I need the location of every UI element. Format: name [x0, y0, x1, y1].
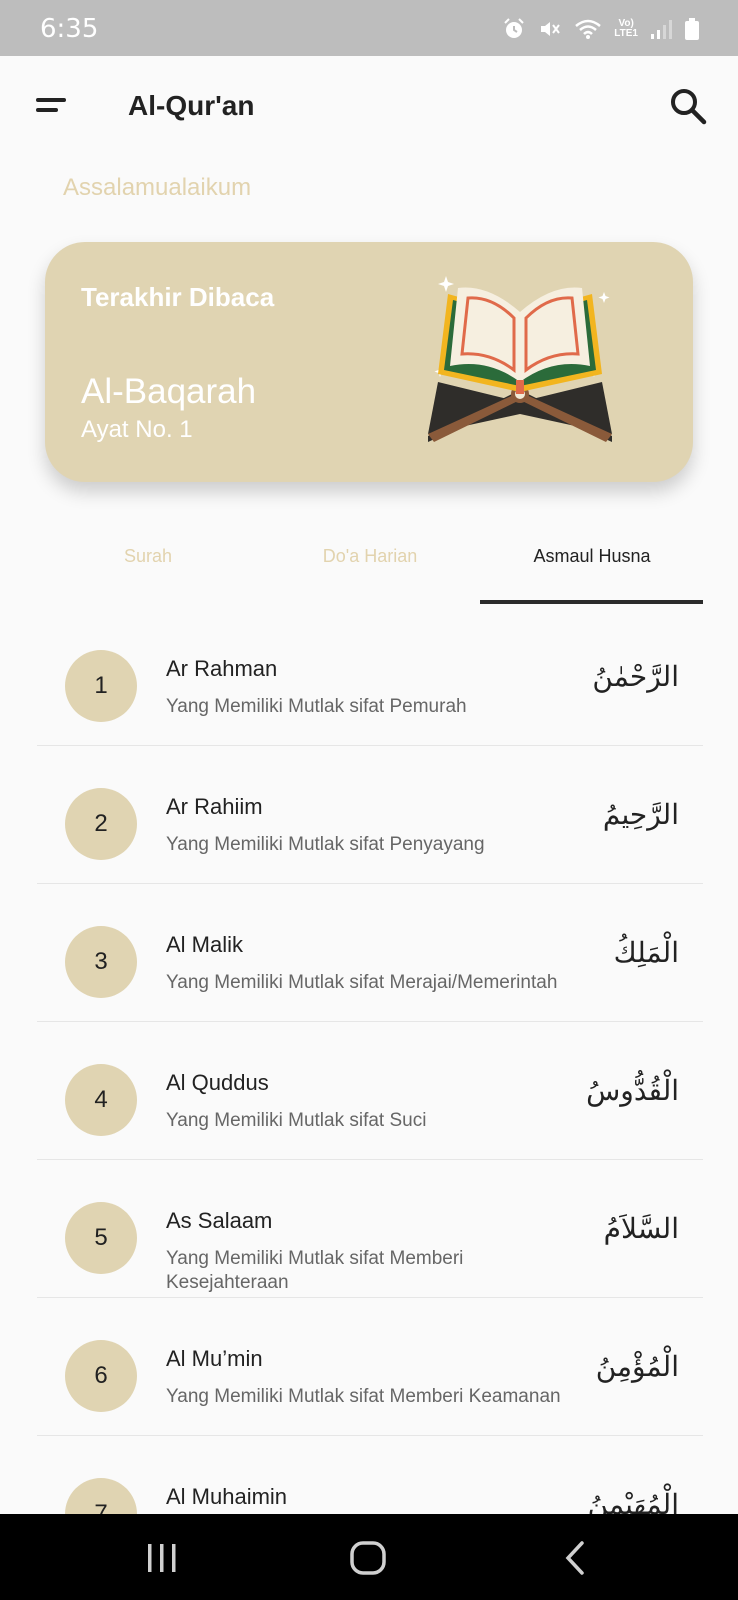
number-badge: 5 — [65, 1202, 137, 1274]
app-bar: Al-Qur'an — [0, 56, 738, 156]
list-item[interactable]: 6 Al Mu’min Yang Memiliki Mutlak sifat M… — [37, 1298, 703, 1436]
tab-doa-harian[interactable]: Do'a Harian — [259, 520, 481, 604]
tab-asmaul-husna[interactable]: Asmaul Husna — [481, 520, 703, 604]
list-item[interactable]: 2 Ar Rahiim Yang Memiliki Mutlak sifat P… — [37, 746, 703, 884]
number-badge: 6 — [65, 1340, 137, 1412]
status-time: 6:35 — [40, 14, 99, 44]
item-name: Ar Rahman — [166, 656, 278, 681]
status-icons: Vo) LTE1 — [502, 14, 700, 44]
item-meaning: Yang Memiliki Mutlak sifat Memberi Kesej… — [166, 1248, 464, 1293]
number-badge: 4 — [65, 1064, 137, 1136]
home-button[interactable] — [348, 1538, 388, 1578]
item-name: Al Malik — [166, 932, 244, 957]
tab-bar: Surah Do'a Harian Asmaul Husna — [37, 520, 703, 604]
item-arabic: الْمُؤْمِنُ — [595, 1350, 679, 1383]
item-name: Ar Rahiim — [166, 794, 263, 819]
item-name: Al Mu’min — [166, 1346, 263, 1371]
item-arabic: الْقُدُّوسُ — [586, 1074, 679, 1107]
back-button[interactable] — [556, 1538, 596, 1578]
item-name: Al Quddus — [166, 1070, 269, 1095]
item-meaning: Yang Memiliki Mutlak sifat Penyayang — [166, 834, 485, 855]
back-icon — [565, 1541, 584, 1575]
number-badge: 1 — [65, 650, 137, 722]
last-read-card[interactable]: Terakhir Dibaca Al-Baqarah Ayat No. 1 — [45, 242, 693, 482]
search-icon — [671, 89, 707, 125]
search-button[interactable] — [666, 84, 710, 128]
item-arabic: السَّلاَمُ — [603, 1212, 679, 1245]
item-meaning: Yang Memiliki Mutlak sifat Suci — [166, 1110, 427, 1131]
last-read-ayat: Ayat No. 1 — [81, 416, 193, 443]
item-arabic: الْمَلِكُ — [613, 936, 679, 969]
tab-indicator — [480, 600, 703, 604]
last-read-surah: Al-Baqarah — [81, 372, 257, 411]
wifi-icon — [575, 19, 602, 39]
alarm-icon — [504, 18, 524, 38]
list-item[interactable]: 3 Al Malik Yang Memiliki Mutlak sifat Me… — [37, 884, 703, 1022]
recent-apps-button[interactable] — [142, 1538, 182, 1578]
item-name: Al Muhaimin — [166, 1484, 288, 1509]
battery-icon — [685, 18, 699, 40]
recent-apps-icon — [148, 1544, 176, 1572]
list-item[interactable]: 4 Al Quddus Yang Memiliki Mutlak sifat S… — [37, 1022, 703, 1160]
list-item[interactable]: 1 Ar Rahman Yang Memiliki Mutlak sifat P… — [37, 608, 703, 746]
asmaul-husna-list: 1 Ar Rahman Yang Memiliki Mutlak sifat P… — [37, 608, 703, 1574]
page-title: Al-Qur'an — [128, 90, 255, 121]
number-badge: 2 — [65, 788, 137, 860]
last-read-title: Terakhir Dibaca — [81, 282, 275, 312]
system-nav-bar — [0, 1514, 738, 1600]
signal-icon — [651, 20, 672, 39]
item-arabic: الرَّحْمٰنُ — [592, 660, 679, 693]
quran-book-icon — [428, 276, 612, 442]
item-name: As Salaam — [166, 1208, 273, 1233]
list-item[interactable]: 5 As Salaam Yang Memiliki Mutlak sifat M… — [37, 1160, 703, 1298]
mute-icon — [541, 22, 561, 36]
status-bar: 6:35 Vo) LTE1 — [0, 0, 738, 56]
item-arabic: الرَّحِيمُ — [602, 798, 679, 831]
tab-surah[interactable]: Surah — [37, 520, 259, 604]
home-icon — [350, 1541, 386, 1575]
network-type: Vo) LTE1 — [614, 18, 638, 39]
item-meaning: Yang Memiliki Mutlak sifat Merajai/Memer… — [166, 972, 558, 993]
menu-button[interactable] — [28, 86, 72, 126]
number-badge: 3 — [65, 926, 137, 998]
item-meaning: Yang Memiliki Mutlak sifat Pemurah — [166, 696, 467, 717]
greeting-text: Assalamualaikum — [63, 174, 252, 201]
item-meaning: Yang Memiliki Mutlak sifat Memberi Keama… — [166, 1386, 561, 1407]
menu-icon — [36, 98, 66, 102]
